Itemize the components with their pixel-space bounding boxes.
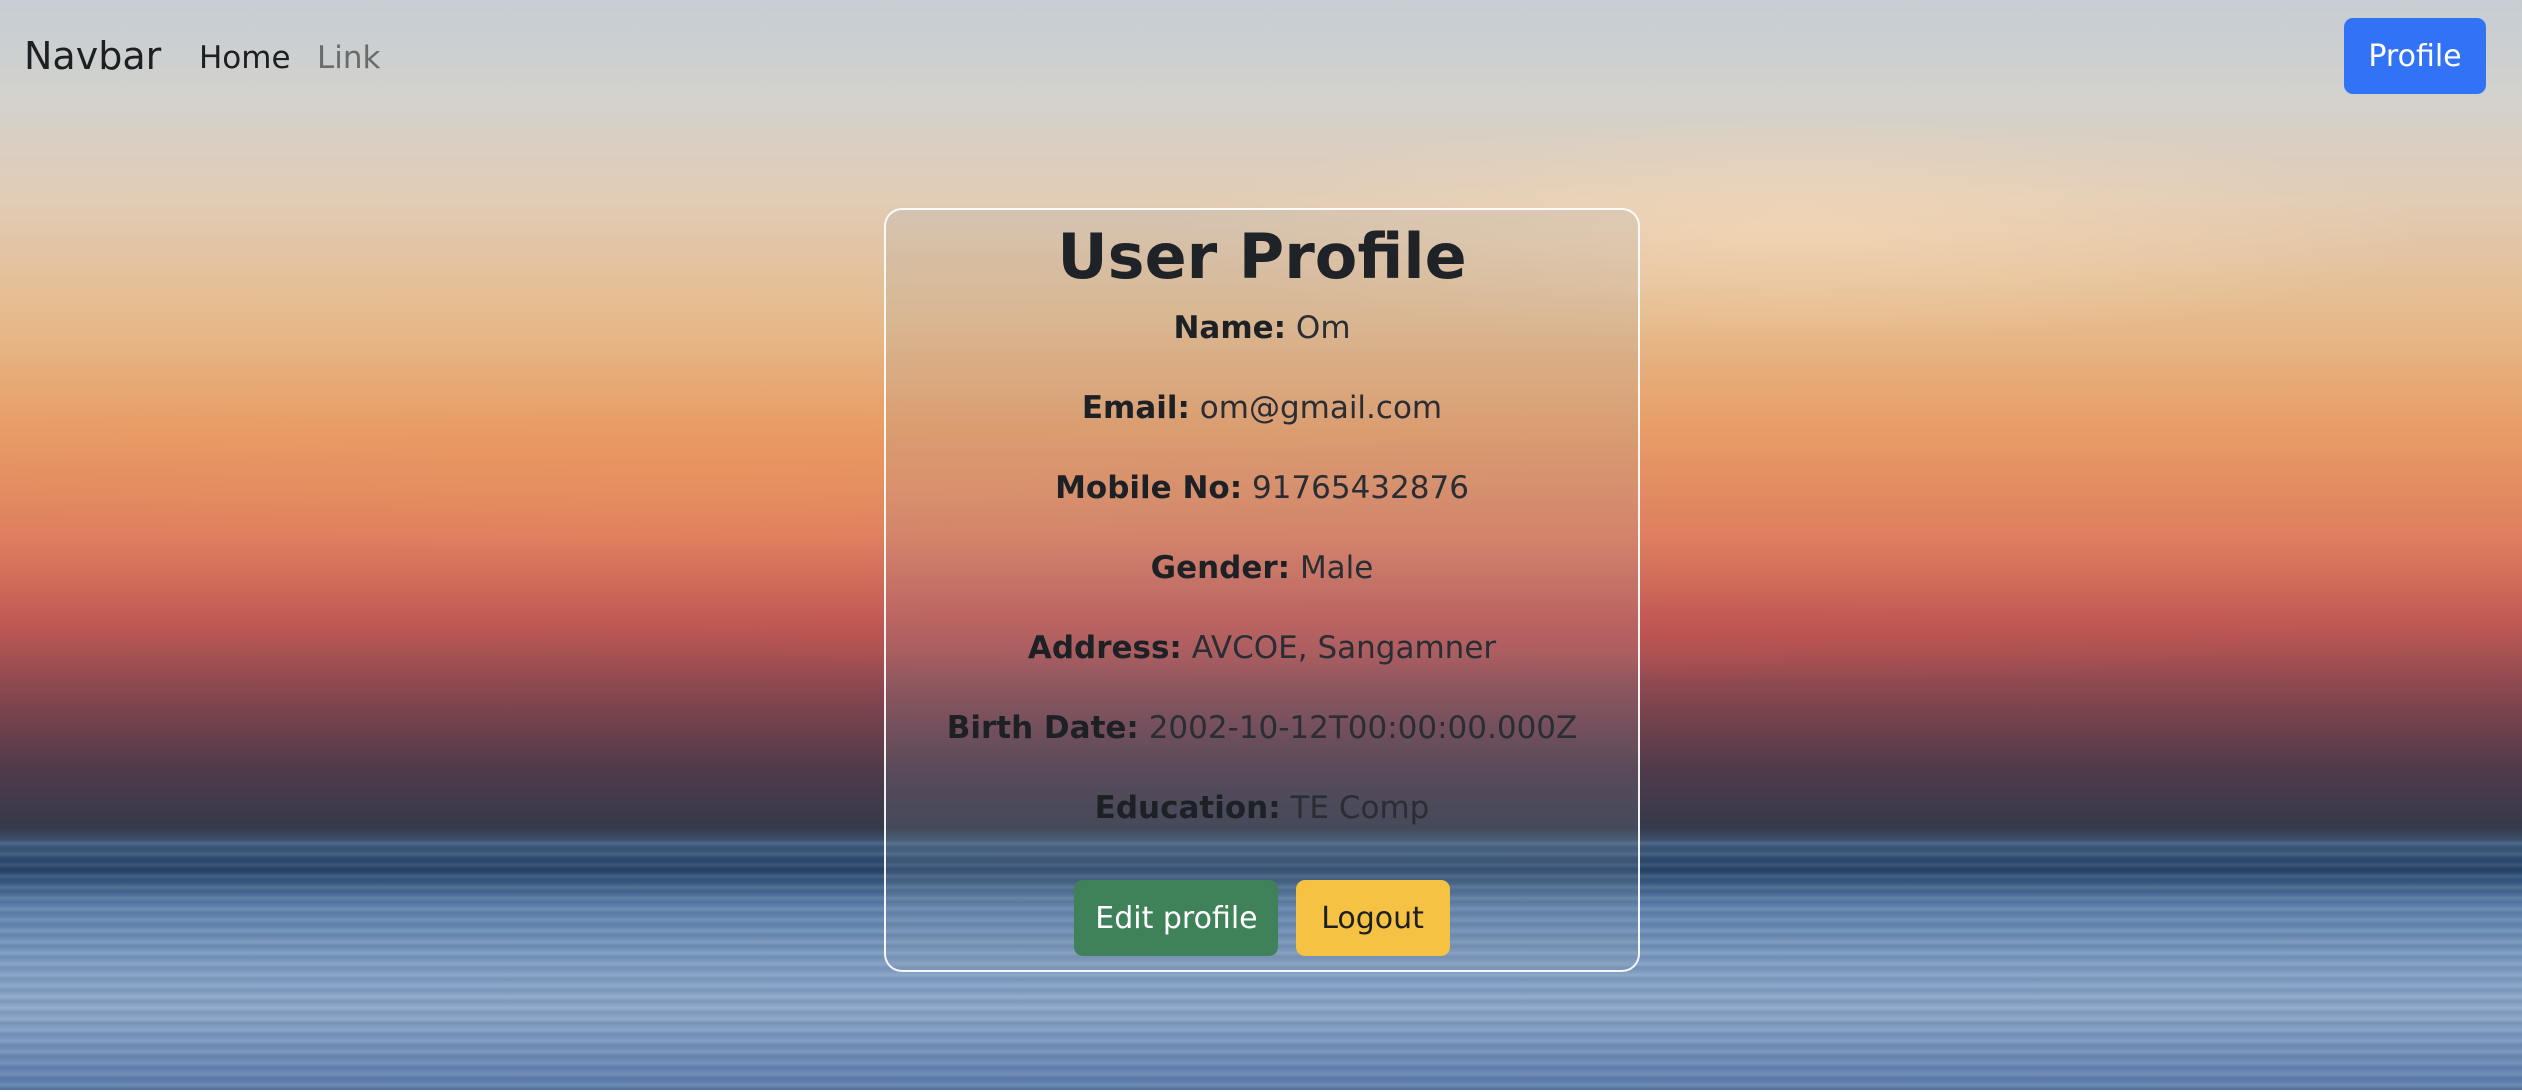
field-value: om@gmail.com	[1199, 390, 1443, 426]
field-address: Address: AVCOE, Sangamner	[886, 630, 1638, 666]
field-label: Education:	[1094, 790, 1281, 826]
field-label: Address:	[1027, 630, 1182, 666]
field-value: Om	[1295, 310, 1351, 346]
field-label: Gender:	[1150, 550, 1291, 586]
field-gender: Gender: Male	[886, 550, 1638, 586]
edit-profile-button[interactable]: Edit profile	[1074, 880, 1279, 956]
field-education: Education: TE Comp	[886, 790, 1638, 826]
card-title: User Profile	[1057, 220, 1467, 293]
navbar: Navbar Home Link Profile	[0, 0, 2522, 114]
field-mobile: Mobile No: 91765432876	[886, 470, 1638, 506]
field-value: AVCOE, Sangamner	[1191, 630, 1497, 666]
field-value: TE Comp	[1290, 790, 1430, 826]
nav-link-link[interactable]: Link	[317, 40, 380, 76]
user-profile-card: User Profile Name: Om Email: om@gmail.co…	[884, 208, 1640, 972]
nav-link-home[interactable]: Home	[199, 40, 291, 76]
field-value: Male	[1299, 550, 1374, 586]
profile-button[interactable]: Profile	[2344, 18, 2486, 94]
card-actions: Edit profile Logout	[886, 880, 1638, 956]
field-label: Birth Date:	[946, 710, 1139, 746]
field-label: Name:	[1173, 310, 1287, 346]
field-label: Email:	[1081, 390, 1190, 426]
field-value: 2002-10-12T00:00:00.000Z	[1148, 710, 1578, 746]
field-label: Mobile No:	[1055, 470, 1243, 506]
field-name: Name: Om	[886, 310, 1638, 346]
field-value: 91765432876	[1251, 470, 1469, 506]
page: Navbar Home Link Profile User Profile Na…	[0, 0, 2522, 1092]
field-birth-date: Birth Date: 2002-10-12T00:00:00.000Z	[886, 710, 1638, 746]
field-email: Email: om@gmail.com	[886, 390, 1638, 426]
navbar-brand[interactable]: Navbar	[24, 34, 161, 78]
logout-button[interactable]: Logout	[1295, 880, 1450, 956]
